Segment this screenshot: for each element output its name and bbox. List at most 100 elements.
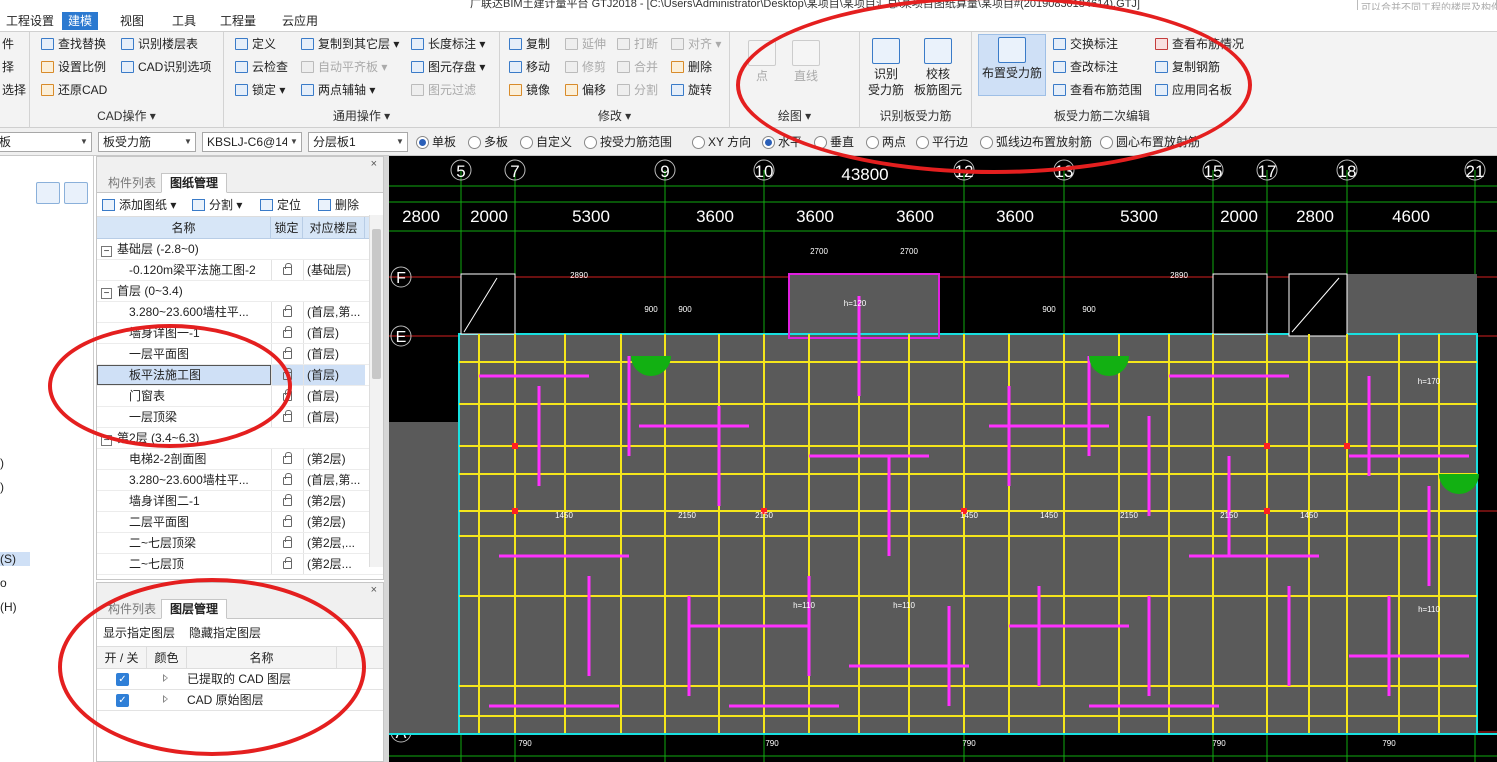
lock-icon[interactable] [283,410,292,422]
drawing-row[interactable]: 墙身详图一-1 (首层) [97,323,383,344]
left-strip-item[interactable]: ) [0,480,4,494]
drawing-row[interactable]: 一层顶梁 (首层) [97,407,383,428]
group-label-draw[interactable]: 绘图 ▾ [730,107,859,124]
group-label-cad[interactable]: CAD操作 ▾ [30,107,223,124]
swap-label-button[interactable]: 交换标注 [1052,34,1118,54]
collapse-icon[interactable]: − [101,246,112,257]
copy-rebar-button[interactable]: 复制钢筋 [1154,57,1220,77]
close-icon[interactable]: × [371,157,377,171]
lock-icon[interactable] [283,473,292,485]
column-header-name[interactable]: 名称 [97,217,271,239]
break-button[interactable]: 打断 [616,34,658,54]
column-header-lock[interactable]: 锁定 [271,217,303,239]
find-replace-button[interactable]: 查找替换 [40,34,106,54]
draw-line-button[interactable]: 直线 [788,38,824,84]
define-button[interactable]: 定义 [234,34,276,54]
lock-icon[interactable] [283,452,292,464]
radio-center-radial[interactable]: 圆心布置放射筋 [1098,134,1200,150]
vertical-scrollbar[interactable] [369,215,383,567]
expand-arrow-icon[interactable] [163,695,168,703]
drawing-row[interactable]: 墙身详图二-1 (第2层) [97,491,383,512]
place-rebar-button[interactable]: 布置受力筋 [978,34,1046,96]
ribbon-partial-1[interactable]: 件 [0,34,14,54]
menu-modeling[interactable]: 建模 [62,12,99,30]
lock-icon[interactable] [283,326,292,338]
locate-button[interactable]: 定位 [259,195,301,215]
trim-button[interactable]: 修剪 [564,57,606,77]
lock-icon[interactable] [283,515,292,527]
view-rebar-range-button[interactable]: 查看布筋范围 [1052,80,1142,100]
radio-horizontal[interactable]: 水平 [760,134,802,150]
lock-icon[interactable] [283,494,292,506]
draw-point-button[interactable]: 点 [744,38,780,84]
layer-row[interactable]: ✓ 已提取的 CAD 图层 [97,669,383,690]
drawing-row[interactable]: -0.120m梁平法施工图-2 (基础层) [97,260,383,281]
expand-arrow-icon[interactable] [163,674,168,682]
menu-quantity[interactable]: 工程量 [214,12,262,30]
lock-button[interactable]: 锁定 ▾ [234,80,285,100]
drawing-row[interactable]: 二~七层顶梁 (第2层,... [97,533,383,554]
tab-component-list[interactable]: 构件列表 [99,173,165,193]
left-strip-item[interactable]: o [0,576,7,590]
cad-drawing[interactable]: 57910121315171821FEDA4380028002000530036… [389,156,1497,762]
list-view-icon[interactable] [36,182,60,204]
ribbon-partial-3[interactable]: 选择 [0,80,26,100]
restore-cad-button[interactable]: 还原CAD [40,80,107,100]
radio-custom[interactable]: 自定义 [518,134,572,150]
rotate-button[interactable]: 旋转 [670,80,712,100]
left-strip-item[interactable]: (H) [0,600,17,614]
tab-drawing-management[interactable]: 图纸管理 [161,173,228,193]
element-type-combo[interactable]: 板 ▼ [0,132,92,152]
checkbox-icon[interactable]: ✓ [116,694,129,707]
view-rebar-status-button[interactable]: 查看布筋情况 [1154,34,1244,54]
drawing-row[interactable]: 板平法施工图 (首层) [97,365,383,386]
show-layer-button[interactable]: 显示指定图层 [101,623,175,643]
menu-view[interactable]: 视图 [114,12,150,30]
lock-icon[interactable] [283,368,292,380]
drawing-row[interactable]: 一层平面图 (首层) [97,344,383,365]
drawing-row[interactable]: 二层平面图 (第2层) [97,512,383,533]
element-filter-button[interactable]: 图元过滤 [410,80,476,100]
save-element-button[interactable]: 图元存盘 ▾ [410,57,485,77]
edit-label-button[interactable]: 查改标注 [1052,57,1118,77]
identify-rebar-button[interactable]: 识别 受力筋 [864,36,908,98]
lock-icon[interactable] [283,263,292,275]
cad-canvas[interactable]: 57910121315171821FEDA4380028002000530036… [389,156,1497,762]
identify-floor-table-button[interactable]: 识别楼层表 [120,34,198,54]
radio-vertical[interactable]: 垂直 [812,134,854,150]
length-dim-button[interactable]: 长度标注 ▾ [410,34,485,54]
column-header-color[interactable]: 颜色 [147,647,187,669]
menu-cloud[interactable]: 云应用 [276,12,324,30]
radio-parallel-edge[interactable]: 平行边 [914,134,968,150]
tab-layer-management[interactable]: 图层管理 [161,599,228,619]
floor-group-row[interactable]: − 第2层 (3.4~6.3) [97,428,383,449]
left-strip-item[interactable]: (S) [0,552,30,566]
checkbox-icon[interactable]: ✓ [116,673,129,686]
layer-combo[interactable]: 分层板1 ▼ [308,132,408,152]
cloud-check-button[interactable]: 云检查 [234,57,288,77]
split-button[interactable]: 分割 [616,80,658,100]
menu-project-settings[interactable]: 工程设置 [0,12,60,30]
rebar-name-combo[interactable]: KBSLJ-C6@140 ▼ [202,132,302,152]
floor-group-row[interactable]: − 首层 (0~3.4) [97,281,383,302]
group-label-general[interactable]: 通用操作 ▾ [224,107,499,124]
lock-icon[interactable] [283,347,292,359]
extend-button[interactable]: 延伸 [564,34,606,54]
drawing-row[interactable]: 3.280~23.600墙柱平... (首层,第... [97,470,383,491]
apply-same-slab-button[interactable]: 应用同名板 [1154,80,1232,100]
close-icon[interactable]: × [371,583,377,597]
radio-arc-radial[interactable]: 弧线边布置放射筋 [978,134,1092,150]
drawing-row[interactable]: 3.280~23.600墙柱平... (首层,第... [97,302,383,323]
layer-row[interactable]: ✓ CAD 原始图层 [97,690,383,711]
lock-icon[interactable] [283,536,292,548]
element-category-combo[interactable]: 板受力筋 ▼ [98,132,196,152]
menu-tools[interactable]: 工具 [166,12,202,30]
collapse-icon[interactable]: − [101,435,112,446]
lock-icon[interactable] [283,305,292,317]
radio-single-slab[interactable]: 单板 [414,134,456,150]
delete-button[interactable]: 删除 [670,57,712,77]
split-drawing-button[interactable]: 分割 ▾ [191,195,242,215]
drawing-row[interactable]: 二~七层顶 (第2层... [97,554,383,575]
two-point-axis-button[interactable]: 两点辅轴 ▾ [300,80,375,100]
group-label-modify[interactable]: 修改 ▾ [500,107,729,124]
